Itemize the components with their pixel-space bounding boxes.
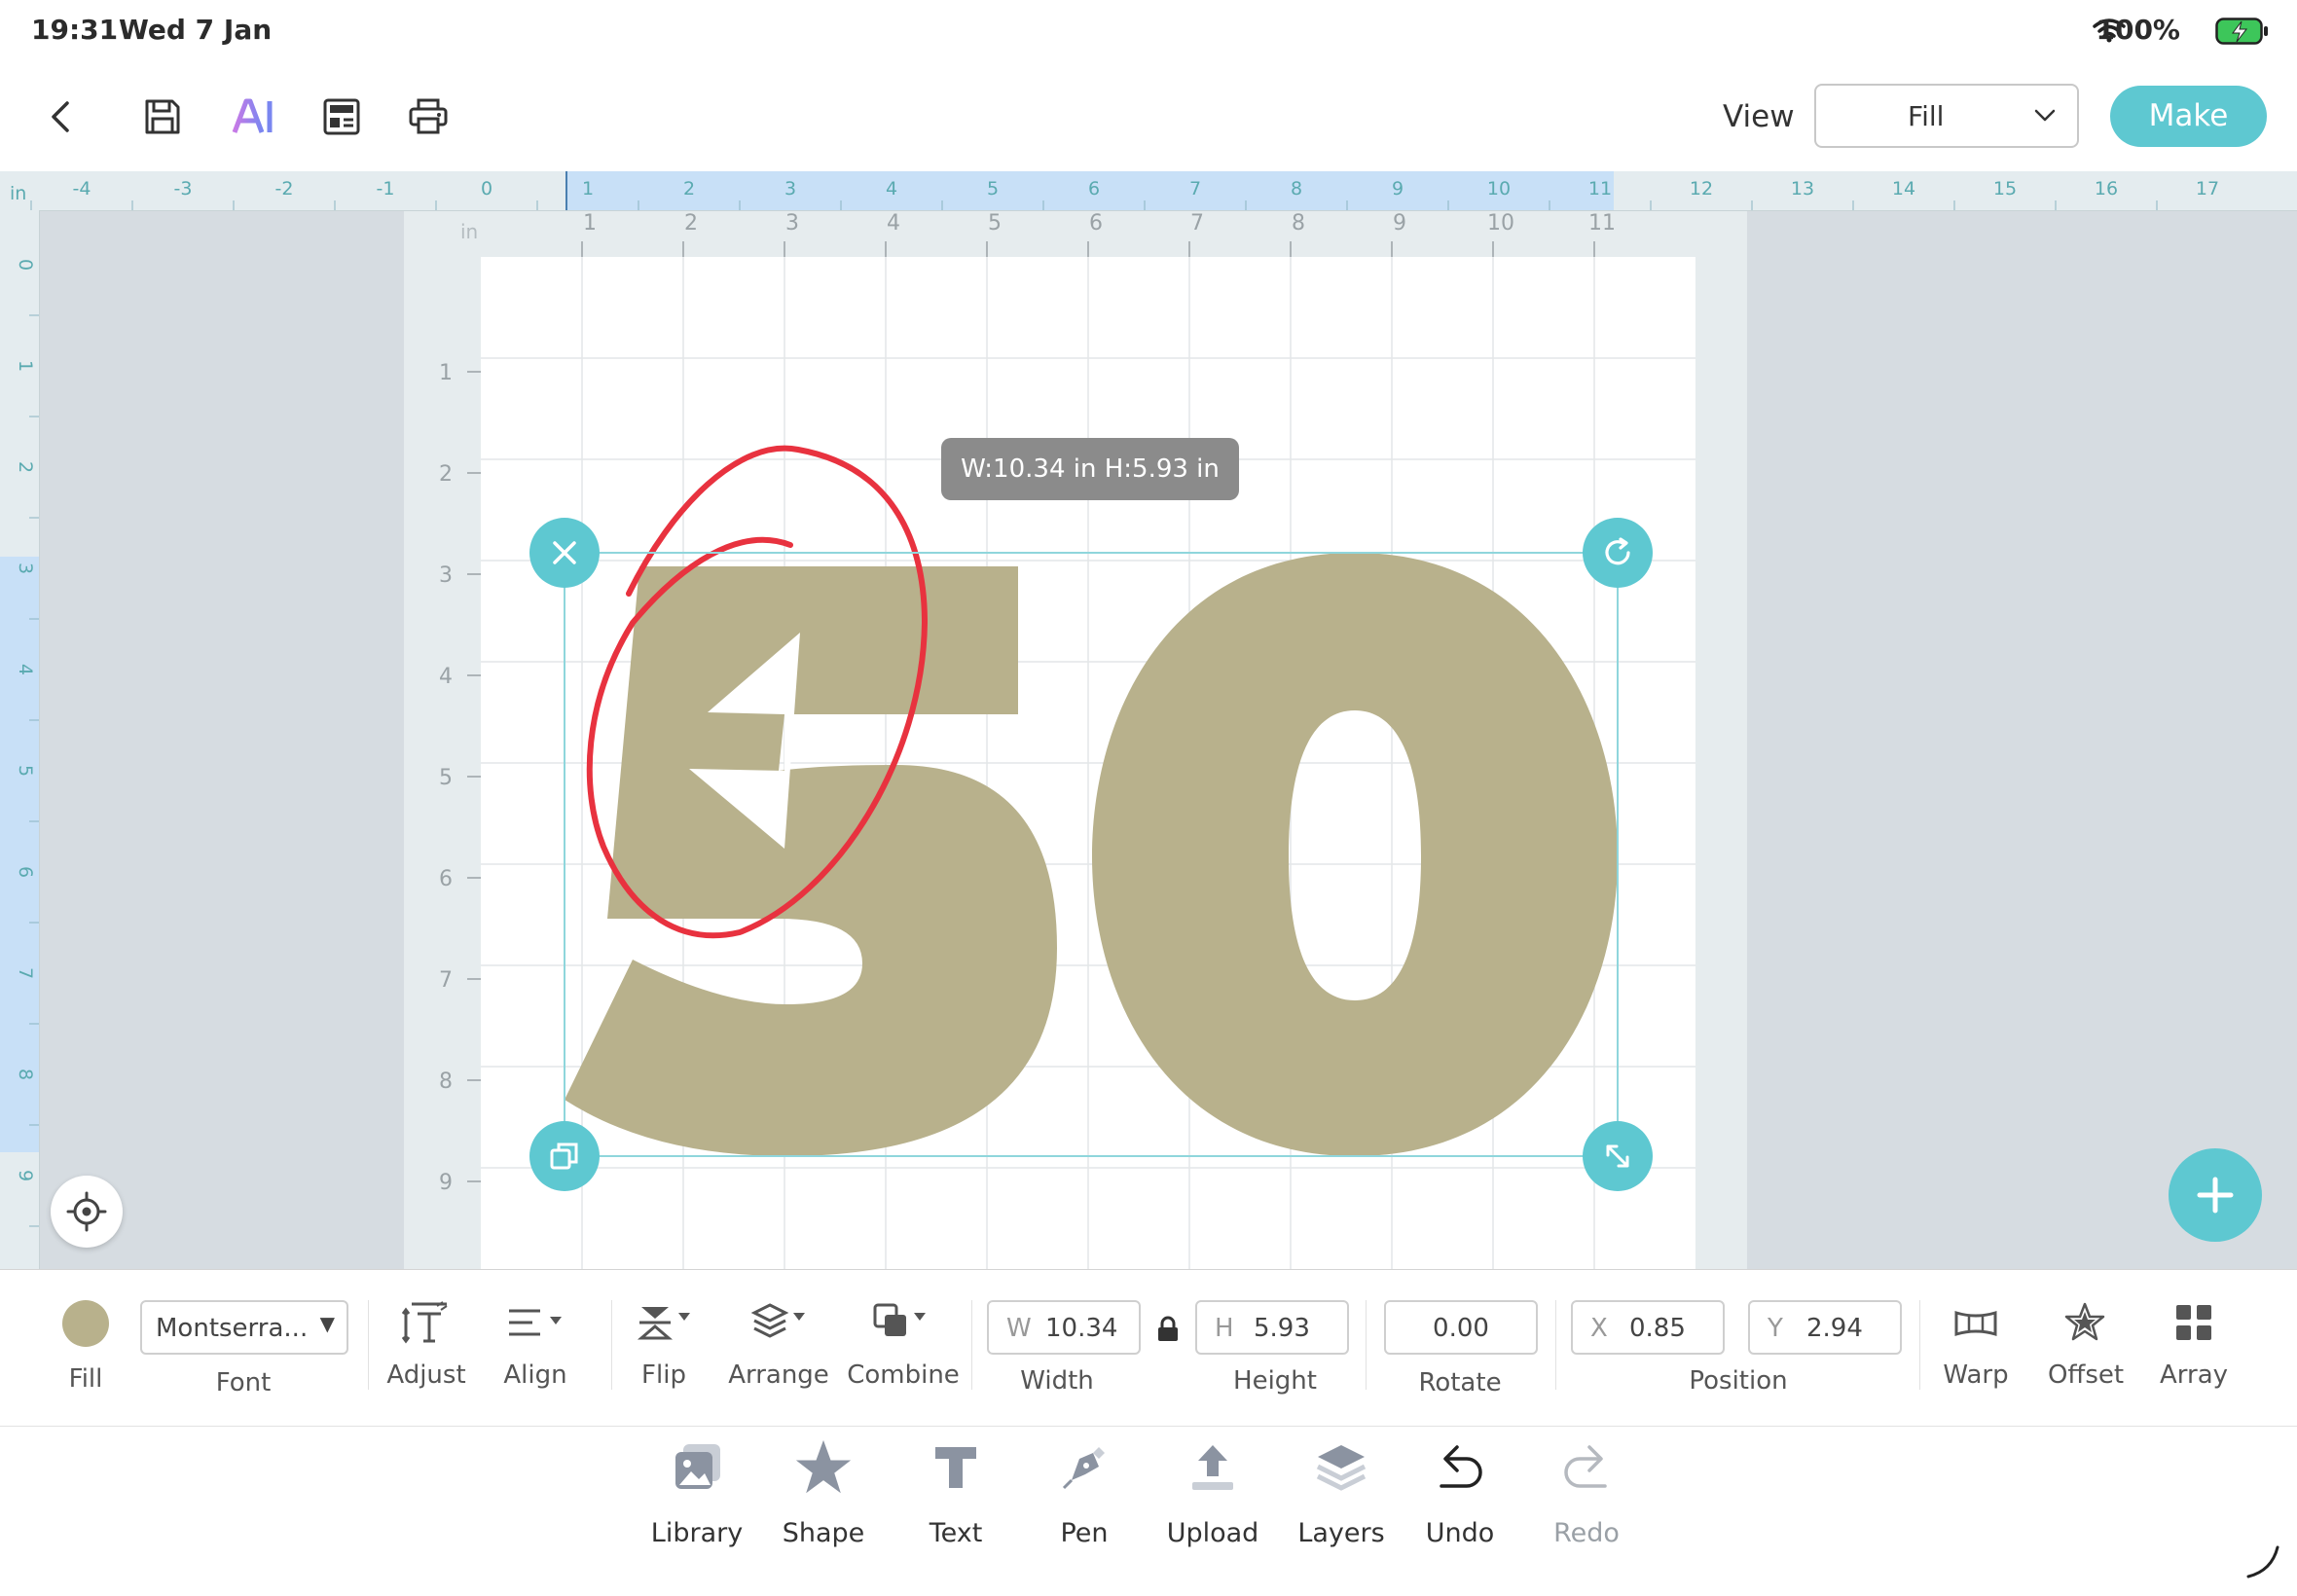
nav-upload[interactable]: Upload bbox=[1154, 1438, 1271, 1565]
warp-button[interactable]: Warp bbox=[1927, 1360, 2024, 1390]
nav-library[interactable]: Library bbox=[638, 1438, 755, 1565]
width-prefix: W bbox=[1006, 1314, 1032, 1343]
adjust-icon[interactable] bbox=[399, 1298, 454, 1347]
flip-icon[interactable] bbox=[635, 1298, 699, 1347]
position-x-field[interactable]: X 0.85 bbox=[1571, 1300, 1725, 1355]
width-field[interactable]: W 10.34 bbox=[987, 1300, 1141, 1355]
height-label: Height bbox=[1233, 1366, 1317, 1396]
width-label: Width bbox=[1020, 1366, 1094, 1396]
y-value: 2.94 bbox=[1806, 1314, 1863, 1343]
rotate-value: 0.00 bbox=[1433, 1314, 1489, 1343]
caret-down-icon: ▼ bbox=[319, 1312, 335, 1335]
flip-button[interactable]: Flip bbox=[615, 1360, 712, 1390]
array-icon[interactable] bbox=[2169, 1300, 2219, 1345]
rotate-handle[interactable] bbox=[1583, 518, 1653, 588]
fill-swatch[interactable] bbox=[62, 1300, 109, 1347]
recenter-button[interactable] bbox=[51, 1176, 123, 1248]
nav-shape[interactable]: Shape bbox=[765, 1438, 882, 1565]
arrange-button[interactable]: Arrange bbox=[720, 1360, 837, 1390]
offset-icon[interactable] bbox=[2060, 1298, 2110, 1347]
array-button[interactable]: Array bbox=[2145, 1360, 2242, 1390]
combine-button[interactable]: Combine bbox=[841, 1360, 966, 1390]
resize-icon bbox=[1606, 1144, 1629, 1168]
align-icon[interactable] bbox=[502, 1300, 570, 1345]
crosshair-icon bbox=[66, 1191, 107, 1232]
nav-pen[interactable]: Pen bbox=[1026, 1438, 1143, 1565]
width-value: 10.34 bbox=[1045, 1314, 1118, 1343]
add-button[interactable] bbox=[2169, 1148, 2262, 1242]
resize-handle[interactable] bbox=[1583, 1121, 1653, 1191]
position-label: Position bbox=[1689, 1366, 1788, 1396]
arrange-icon[interactable] bbox=[749, 1298, 814, 1347]
delete-handle[interactable] bbox=[529, 518, 600, 588]
warp-icon[interactable] bbox=[1951, 1300, 2001, 1345]
font-select[interactable]: Montserra... ▼ bbox=[140, 1300, 348, 1355]
duplicate-icon bbox=[550, 1143, 578, 1170]
height-prefix: H bbox=[1215, 1314, 1234, 1343]
undo-icon bbox=[1431, 1438, 1489, 1497]
duplicate-handle[interactable] bbox=[529, 1121, 600, 1191]
align-button[interactable]: Align bbox=[487, 1360, 584, 1390]
close-icon bbox=[553, 541, 576, 564]
font-select-value: Montserra... bbox=[156, 1314, 309, 1343]
redo-icon bbox=[1557, 1438, 1616, 1497]
y-prefix: Y bbox=[1768, 1314, 1783, 1343]
rotate-label: Rotate bbox=[1418, 1368, 1502, 1397]
height-value: 5.93 bbox=[1254, 1314, 1310, 1343]
pen-icon bbox=[1055, 1438, 1113, 1497]
nav-redo[interactable]: Redo bbox=[1528, 1438, 1645, 1565]
rotate-field[interactable]: 0.00 bbox=[1384, 1300, 1538, 1355]
library-icon bbox=[668, 1438, 726, 1497]
position-y-field[interactable]: Y 2.94 bbox=[1748, 1300, 1902, 1355]
combine-icon[interactable] bbox=[870, 1298, 934, 1347]
layers-icon bbox=[1312, 1438, 1370, 1497]
nav-undo[interactable]: Undo bbox=[1402, 1438, 1518, 1565]
lock-icon[interactable] bbox=[1152, 1314, 1184, 1345]
pencil-corner-icon bbox=[2244, 1542, 2283, 1584]
text-icon bbox=[927, 1438, 985, 1497]
size-tooltip: W:10.34 in H:5.93 in bbox=[941, 438, 1239, 500]
font-label: Font bbox=[215, 1368, 272, 1397]
shape-icon bbox=[794, 1438, 853, 1497]
height-field[interactable]: H 5.93 bbox=[1195, 1300, 1349, 1355]
rotate-icon bbox=[1605, 537, 1630, 565]
nav-text[interactable]: Text bbox=[897, 1438, 1014, 1565]
offset-button[interactable]: Offset bbox=[2032, 1360, 2139, 1390]
x-value: 0.85 bbox=[1629, 1314, 1686, 1343]
fill-label: Fill bbox=[68, 1364, 103, 1394]
nav-redo-label: Redo bbox=[1553, 1518, 1620, 1548]
adjust-button[interactable]: Adjust bbox=[378, 1360, 475, 1390]
digit-0[interactable] bbox=[1092, 553, 1618, 1156]
x-prefix: X bbox=[1590, 1314, 1608, 1343]
plus-icon bbox=[2197, 1177, 2234, 1214]
upload-icon bbox=[1184, 1438, 1242, 1497]
digit-5[interactable] bbox=[565, 566, 1057, 1156]
